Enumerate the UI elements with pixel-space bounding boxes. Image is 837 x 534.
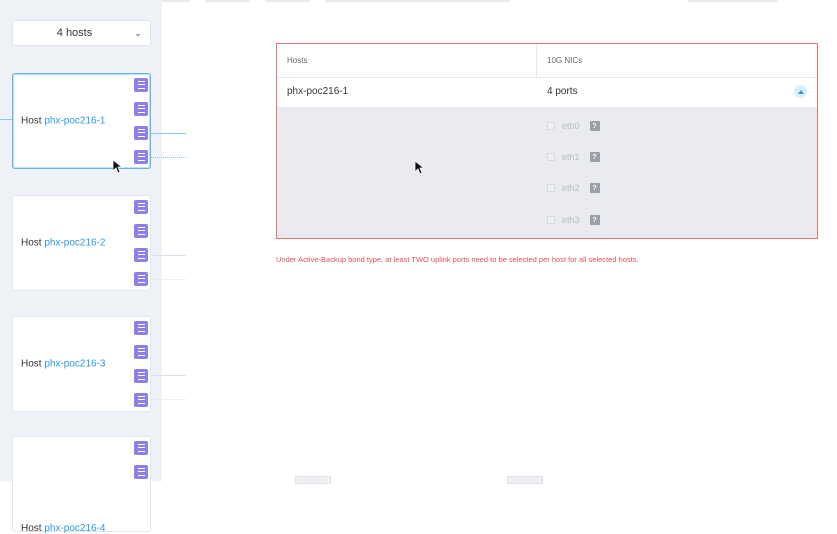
host-port-icon[interactable] bbox=[134, 102, 148, 116]
nic-icon bbox=[137, 324, 145, 332]
top-tab-hint[interactable] bbox=[265, 0, 310, 2]
interface-label: eth2 bbox=[562, 183, 580, 193]
host-prefix: Host bbox=[21, 115, 42, 127]
chevron-up-icon bbox=[797, 89, 804, 94]
nic-icon bbox=[137, 153, 145, 161]
host-port-icon[interactable] bbox=[134, 224, 148, 238]
host-port-icon[interactable] bbox=[134, 272, 148, 286]
interface-label: eth3 bbox=[562, 215, 580, 225]
host-link[interactable]: phx-poc216-3 bbox=[44, 359, 105, 370]
connector-line bbox=[151, 279, 186, 280]
help-icon[interactable]: ? bbox=[589, 121, 600, 131]
host-card-4[interactable]: Host phx-poc216-4 bbox=[12, 436, 151, 534]
nic-icon bbox=[137, 372, 145, 380]
interface-label: eth1 bbox=[562, 152, 580, 162]
top-tab-hint[interactable] bbox=[325, 0, 510, 2]
host-port-icon[interactable] bbox=[134, 441, 148, 455]
row-ports-count: 4 ports bbox=[547, 86, 578, 97]
chevron-down-icon: ⌄ bbox=[134, 27, 142, 38]
connector-line bbox=[151, 133, 186, 134]
hosts-panel: 4 hosts ⌄ Host phx-poc216-1 Host phx-poc… bbox=[0, 0, 162, 534]
help-icon[interactable]: ? bbox=[589, 152, 600, 162]
help-icon[interactable]: ? bbox=[589, 215, 600, 225]
host-card-3[interactable]: Host phx-poc216-3 bbox=[12, 316, 151, 412]
host-port-icon[interactable] bbox=[134, 126, 148, 140]
validation-error-message: Under Active-Backup bond type, at least … bbox=[276, 255, 639, 264]
nic-icon bbox=[137, 105, 145, 113]
nic-icon bbox=[137, 348, 145, 356]
help-icon[interactable]: ? bbox=[589, 183, 600, 193]
column-header-nics: 10G NICs bbox=[547, 56, 583, 65]
interface-checkbox[interactable] bbox=[547, 184, 555, 192]
connector-line bbox=[151, 255, 186, 256]
interface-option-eth1[interactable]: eth1 ? bbox=[547, 149, 600, 165]
host-card-label: Host phx-poc216-3 bbox=[21, 359, 106, 370]
connector-line bbox=[151, 399, 186, 400]
nic-icon bbox=[137, 81, 145, 89]
table-header: Hosts 10G NICs bbox=[277, 44, 817, 78]
nic-icon bbox=[137, 251, 145, 259]
connector-line bbox=[151, 375, 186, 376]
connector-line bbox=[0, 119, 12, 120]
host-port-icon[interactable] bbox=[134, 369, 148, 383]
hosts-dropdown-value: 4 hosts bbox=[56, 27, 93, 39]
hosts-dropdown[interactable]: 4 hosts ⌄ bbox=[12, 20, 151, 46]
interface-checkbox[interactable] bbox=[547, 153, 555, 161]
interface-checkbox[interactable] bbox=[547, 122, 555, 130]
nic-icon bbox=[137, 203, 145, 211]
top-tab-hint[interactable] bbox=[688, 0, 778, 2]
next-button[interactable] bbox=[507, 476, 543, 484]
interface-option-eth0[interactable]: eth0 ? bbox=[547, 118, 600, 134]
top-tab-hint[interactable] bbox=[205, 0, 250, 2]
host-port-icon[interactable] bbox=[134, 393, 148, 407]
expanded-interfaces-panel: eth0 ? eth1 ? eth2 ? eth3 ? bbox=[277, 108, 817, 238]
host-card-1[interactable]: Host phx-poc216-1 bbox=[12, 73, 151, 169]
host-card-label: Host phx-poc216-4 bbox=[21, 523, 106, 534]
host-card-2[interactable]: Host phx-poc216-2 bbox=[12, 195, 151, 291]
host-prefix: Host bbox=[21, 523, 42, 534]
host-port-icon[interactable] bbox=[134, 465, 148, 479]
column-divider bbox=[536, 44, 537, 77]
host-port-icon[interactable] bbox=[134, 248, 148, 262]
host-port-icon[interactable] bbox=[134, 321, 148, 335]
host-port-icon[interactable] bbox=[134, 345, 148, 359]
host-card-label: Host phx-poc216-1 bbox=[21, 116, 106, 127]
column-header-hosts: Hosts bbox=[287, 56, 308, 65]
connector-line bbox=[151, 157, 186, 158]
back-button[interactable] bbox=[295, 476, 331, 484]
host-card-label: Host phx-poc216-2 bbox=[21, 238, 106, 249]
interface-option-eth2[interactable]: eth2 ? bbox=[547, 180, 600, 196]
host-port-icon[interactable] bbox=[134, 200, 148, 214]
interface-checkbox[interactable] bbox=[547, 216, 555, 224]
host-link[interactable]: phx-poc216-1 bbox=[44, 116, 105, 127]
nic-icon bbox=[137, 275, 145, 283]
nic-icon bbox=[137, 468, 145, 476]
table-row[interactable]: phx-poc216-1 4 ports bbox=[277, 77, 817, 108]
nic-selection-table: Hosts 10G NICs phx-poc216-1 4 ports eth0… bbox=[276, 43, 818, 239]
nic-icon bbox=[137, 444, 145, 452]
row-host-name: phx-poc216-1 bbox=[287, 86, 349, 97]
interface-label: eth0 bbox=[562, 121, 580, 131]
host-prefix: Host bbox=[21, 358, 42, 370]
nic-icon bbox=[137, 227, 145, 235]
collapse-row-button[interactable] bbox=[794, 85, 807, 98]
host-link[interactable]: phx-poc216-2 bbox=[44, 238, 105, 249]
nic-icon bbox=[137, 396, 145, 404]
interface-option-eth3[interactable]: eth3 ? bbox=[547, 212, 600, 228]
host-port-icon[interactable] bbox=[134, 150, 148, 164]
host-link[interactable]: phx-poc216-4 bbox=[44, 523, 105, 534]
host-port-icon[interactable] bbox=[134, 78, 148, 92]
host-prefix: Host bbox=[21, 237, 42, 249]
nic-icon bbox=[137, 129, 145, 137]
